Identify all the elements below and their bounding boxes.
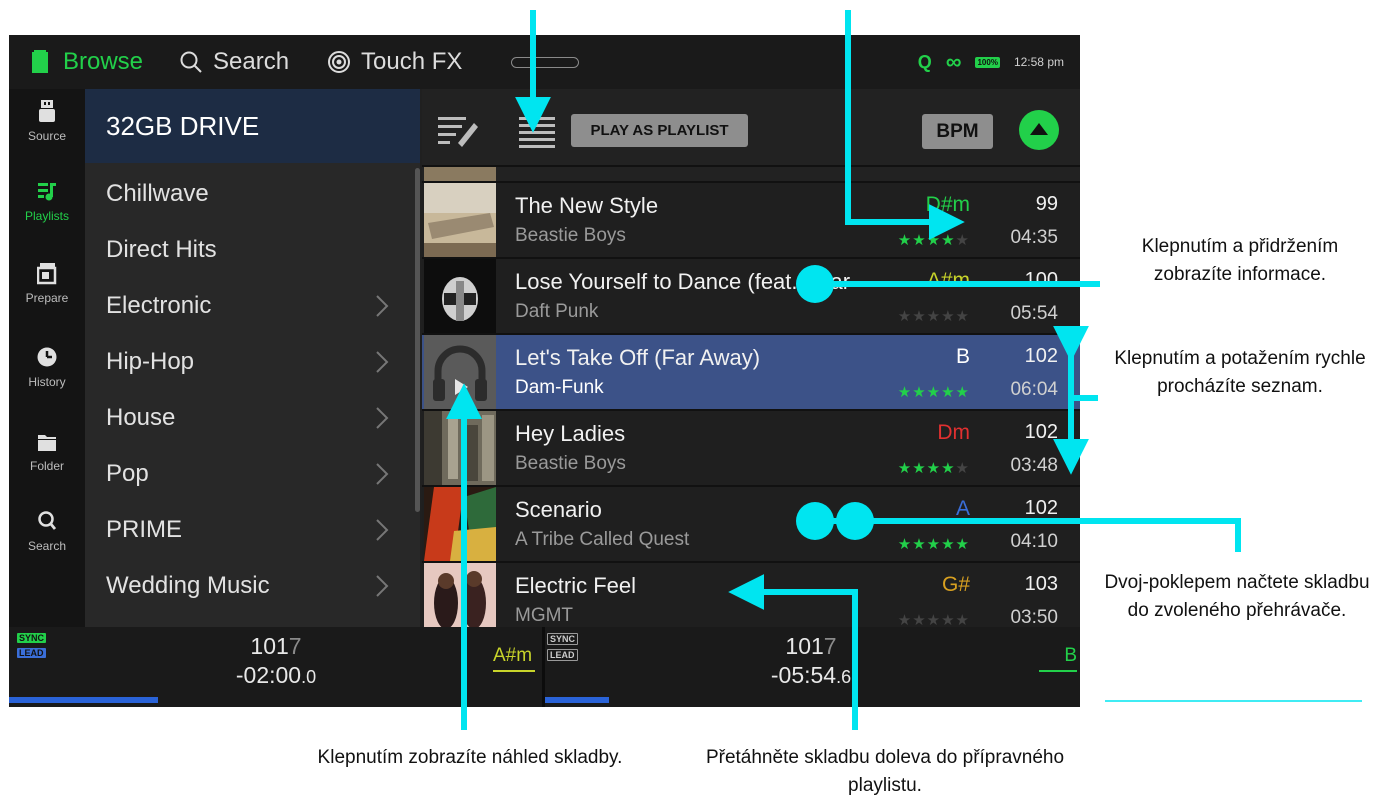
annotation-hold-info: Klepnutím a přidržením zobrazíte informa… <box>1141 236 1339 285</box>
annotation-drag-scroll: Klepnutím a potažením rychle procházíte … <box>1114 348 1366 397</box>
callout-arrows <box>446 10 1362 730</box>
callout-arrow <box>728 574 858 730</box>
callout-dot <box>796 265 834 303</box>
callout-dot <box>796 502 834 540</box>
annotation-preview: Klepnutím zobrazíte náhled skladby. <box>317 747 623 768</box>
callout-arrow <box>845 10 965 240</box>
callout-dot <box>836 502 874 540</box>
callout-arrow <box>820 518 1241 552</box>
annotation-drag-prepare: Přetáhněte skladbu doleva do přípravného… <box>705 747 1065 796</box>
annotation-double-tap: Dvoj-poklepem načtete skladbu do zvolené… <box>1104 572 1370 621</box>
